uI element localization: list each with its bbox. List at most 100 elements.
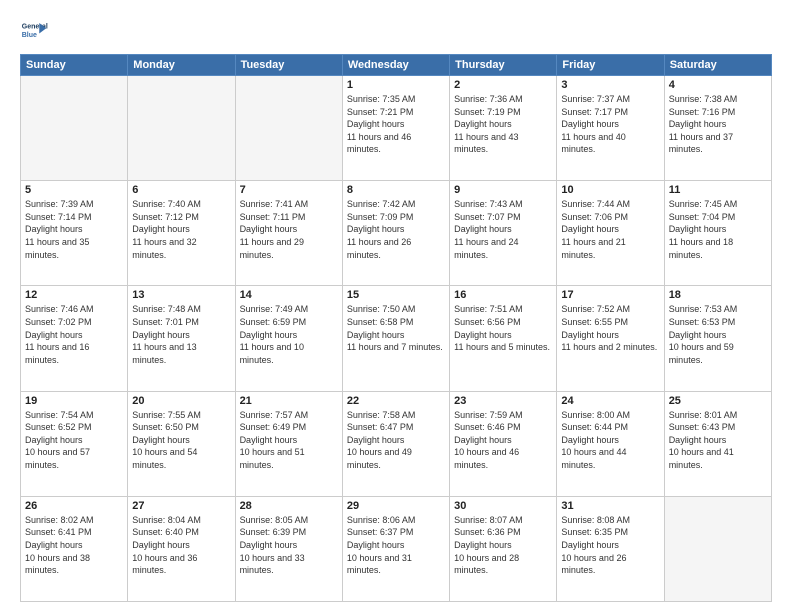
weekday-header-wednesday: Wednesday <box>342 55 449 76</box>
day-info: Sunrise: 7:57 AMSunset: 6:49 PMDaylight … <box>240 409 338 472</box>
week-row-1: 1 Sunrise: 7:35 AMSunset: 7:21 PMDayligh… <box>21 76 772 181</box>
day-info: Sunrise: 7:39 AMSunset: 7:14 PMDaylight … <box>25 198 123 261</box>
day-number: 22 <box>347 395 445 407</box>
calendar-cell: 6 Sunrise: 7:40 AMSunset: 7:12 PMDayligh… <box>128 181 235 286</box>
calendar-cell: 9 Sunrise: 7:43 AMSunset: 7:07 PMDayligh… <box>450 181 557 286</box>
calendar-cell: 13 Sunrise: 7:48 AMSunset: 7:01 PMDaylig… <box>128 286 235 391</box>
day-number: 5 <box>25 184 123 196</box>
day-number: 1 <box>347 79 445 91</box>
weekday-header-tuesday: Tuesday <box>235 55 342 76</box>
calendar-cell: 17 Sunrise: 7:52 AMSunset: 6:55 PMDaylig… <box>557 286 664 391</box>
day-info: Sunrise: 8:02 AMSunset: 6:41 PMDaylight … <box>25 514 123 577</box>
calendar-cell: 8 Sunrise: 7:42 AMSunset: 7:09 PMDayligh… <box>342 181 449 286</box>
weekday-header-thursday: Thursday <box>450 55 557 76</box>
day-info: Sunrise: 7:50 AMSunset: 6:58 PMDaylight … <box>347 303 445 353</box>
calendar-table: SundayMondayTuesdayWednesdayThursdayFrid… <box>20 54 772 602</box>
day-number: 3 <box>561 79 659 91</box>
weekday-header-monday: Monday <box>128 55 235 76</box>
day-number: 28 <box>240 500 338 512</box>
day-number: 9 <box>454 184 552 196</box>
calendar-cell: 4 Sunrise: 7:38 AMSunset: 7:16 PMDayligh… <box>664 76 771 181</box>
day-info: Sunrise: 7:38 AMSunset: 7:16 PMDaylight … <box>669 93 767 156</box>
calendar-cell: 29 Sunrise: 8:06 AMSunset: 6:37 PMDaylig… <box>342 496 449 601</box>
weekday-header-friday: Friday <box>557 55 664 76</box>
week-row-5: 26 Sunrise: 8:02 AMSunset: 6:41 PMDaylig… <box>21 496 772 601</box>
calendar-cell: 22 Sunrise: 7:58 AMSunset: 6:47 PMDaylig… <box>342 391 449 496</box>
day-info: Sunrise: 7:53 AMSunset: 6:53 PMDaylight … <box>669 303 767 366</box>
day-info: Sunrise: 7:54 AMSunset: 6:52 PMDaylight … <box>25 409 123 472</box>
day-info: Sunrise: 7:40 AMSunset: 7:12 PMDaylight … <box>132 198 230 261</box>
calendar-cell: 12 Sunrise: 7:46 AMSunset: 7:02 PMDaylig… <box>21 286 128 391</box>
day-info: Sunrise: 7:42 AMSunset: 7:09 PMDaylight … <box>347 198 445 261</box>
calendar-cell <box>664 496 771 601</box>
day-info: Sunrise: 8:01 AMSunset: 6:43 PMDaylight … <box>669 409 767 472</box>
day-number: 7 <box>240 184 338 196</box>
day-number: 29 <box>347 500 445 512</box>
week-row-2: 5 Sunrise: 7:39 AMSunset: 7:14 PMDayligh… <box>21 181 772 286</box>
day-number: 11 <box>669 184 767 196</box>
weekday-header-sunday: Sunday <box>21 55 128 76</box>
day-number: 17 <box>561 289 659 301</box>
day-info: Sunrise: 7:59 AMSunset: 6:46 PMDaylight … <box>454 409 552 472</box>
day-info: Sunrise: 7:51 AMSunset: 6:56 PMDaylight … <box>454 303 552 353</box>
logo-icon: General Blue <box>20 16 48 44</box>
calendar-cell: 19 Sunrise: 7:54 AMSunset: 6:52 PMDaylig… <box>21 391 128 496</box>
day-number: 16 <box>454 289 552 301</box>
day-info: Sunrise: 7:52 AMSunset: 6:55 PMDaylight … <box>561 303 659 353</box>
day-info: Sunrise: 7:37 AMSunset: 7:17 PMDaylight … <box>561 93 659 156</box>
calendar-cell <box>128 76 235 181</box>
day-info: Sunrise: 8:08 AMSunset: 6:35 PMDaylight … <box>561 514 659 577</box>
calendar-cell: 31 Sunrise: 8:08 AMSunset: 6:35 PMDaylig… <box>557 496 664 601</box>
calendar-cell: 26 Sunrise: 8:02 AMSunset: 6:41 PMDaylig… <box>21 496 128 601</box>
day-info: Sunrise: 8:05 AMSunset: 6:39 PMDaylight … <box>240 514 338 577</box>
day-info: Sunrise: 7:36 AMSunset: 7:19 PMDaylight … <box>454 93 552 156</box>
day-info: Sunrise: 8:00 AMSunset: 6:44 PMDaylight … <box>561 409 659 472</box>
weekday-header-saturday: Saturday <box>664 55 771 76</box>
calendar-cell: 3 Sunrise: 7:37 AMSunset: 7:17 PMDayligh… <box>557 76 664 181</box>
calendar-cell: 21 Sunrise: 7:57 AMSunset: 6:49 PMDaylig… <box>235 391 342 496</box>
weekday-header-row: SundayMondayTuesdayWednesdayThursdayFrid… <box>21 55 772 76</box>
calendar-cell <box>21 76 128 181</box>
day-info: Sunrise: 7:45 AMSunset: 7:04 PMDaylight … <box>669 198 767 261</box>
day-number: 6 <box>132 184 230 196</box>
day-number: 23 <box>454 395 552 407</box>
day-number: 27 <box>132 500 230 512</box>
day-number: 10 <box>561 184 659 196</box>
day-number: 14 <box>240 289 338 301</box>
day-info: Sunrise: 7:41 AMSunset: 7:11 PMDaylight … <box>240 198 338 261</box>
day-info: Sunrise: 8:06 AMSunset: 6:37 PMDaylight … <box>347 514 445 577</box>
day-info: Sunrise: 7:46 AMSunset: 7:02 PMDaylight … <box>25 303 123 366</box>
calendar-cell: 18 Sunrise: 7:53 AMSunset: 6:53 PMDaylig… <box>664 286 771 391</box>
day-info: Sunrise: 7:48 AMSunset: 7:01 PMDaylight … <box>132 303 230 366</box>
calendar-cell: 10 Sunrise: 7:44 AMSunset: 7:06 PMDaylig… <box>557 181 664 286</box>
calendar-cell: 14 Sunrise: 7:49 AMSunset: 6:59 PMDaylig… <box>235 286 342 391</box>
day-number: 12 <box>25 289 123 301</box>
calendar-cell <box>235 76 342 181</box>
day-number: 31 <box>561 500 659 512</box>
calendar-cell: 2 Sunrise: 7:36 AMSunset: 7:19 PMDayligh… <box>450 76 557 181</box>
calendar-cell: 5 Sunrise: 7:39 AMSunset: 7:14 PMDayligh… <box>21 181 128 286</box>
day-number: 20 <box>132 395 230 407</box>
day-info: Sunrise: 7:55 AMSunset: 6:50 PMDaylight … <box>132 409 230 472</box>
logo: General Blue <box>20 16 52 44</box>
day-number: 4 <box>669 79 767 91</box>
header: General Blue <box>20 16 772 44</box>
day-info: Sunrise: 8:04 AMSunset: 6:40 PMDaylight … <box>132 514 230 577</box>
day-info: Sunrise: 7:58 AMSunset: 6:47 PMDaylight … <box>347 409 445 472</box>
day-info: Sunrise: 7:49 AMSunset: 6:59 PMDaylight … <box>240 303 338 366</box>
calendar-cell: 11 Sunrise: 7:45 AMSunset: 7:04 PMDaylig… <box>664 181 771 286</box>
day-info: Sunrise: 7:44 AMSunset: 7:06 PMDaylight … <box>561 198 659 261</box>
calendar-cell: 15 Sunrise: 7:50 AMSunset: 6:58 PMDaylig… <box>342 286 449 391</box>
calendar-cell: 23 Sunrise: 7:59 AMSunset: 6:46 PMDaylig… <box>450 391 557 496</box>
calendar-cell: 28 Sunrise: 8:05 AMSunset: 6:39 PMDaylig… <box>235 496 342 601</box>
calendar-cell: 25 Sunrise: 8:01 AMSunset: 6:43 PMDaylig… <box>664 391 771 496</box>
day-number: 15 <box>347 289 445 301</box>
calendar-cell: 1 Sunrise: 7:35 AMSunset: 7:21 PMDayligh… <box>342 76 449 181</box>
week-row-3: 12 Sunrise: 7:46 AMSunset: 7:02 PMDaylig… <box>21 286 772 391</box>
day-info: Sunrise: 7:43 AMSunset: 7:07 PMDaylight … <box>454 198 552 261</box>
calendar-cell: 20 Sunrise: 7:55 AMSunset: 6:50 PMDaylig… <box>128 391 235 496</box>
day-number: 19 <box>25 395 123 407</box>
day-info: Sunrise: 7:35 AMSunset: 7:21 PMDaylight … <box>347 93 445 156</box>
calendar-cell: 16 Sunrise: 7:51 AMSunset: 6:56 PMDaylig… <box>450 286 557 391</box>
calendar-cell: 24 Sunrise: 8:00 AMSunset: 6:44 PMDaylig… <box>557 391 664 496</box>
